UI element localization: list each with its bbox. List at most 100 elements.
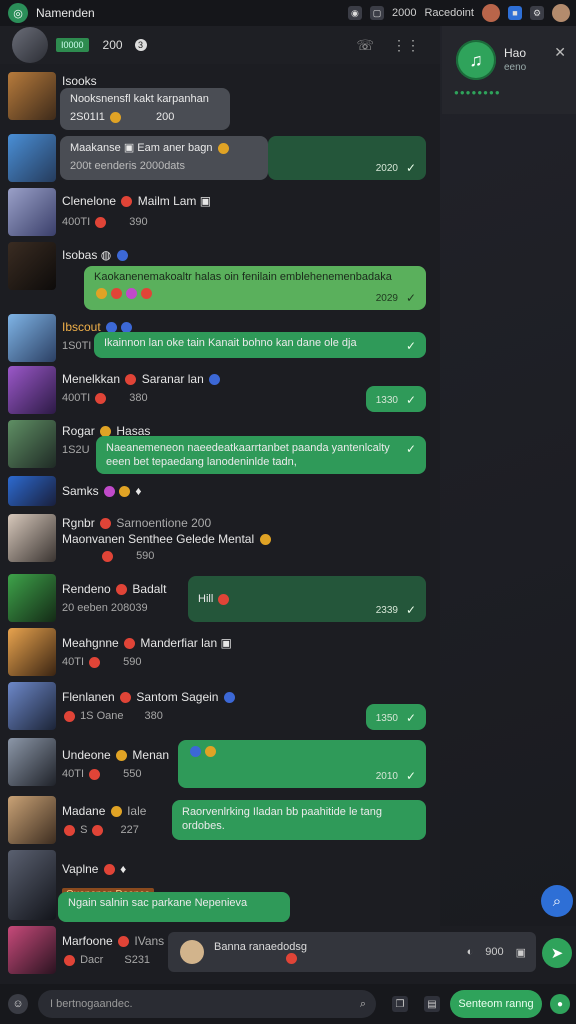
message-text: Kaokanenemakoaltr halas oin fenilain emb…	[94, 271, 392, 283]
avatar	[8, 314, 56, 362]
avatar	[8, 738, 56, 786]
list-item[interactable]: Isooks Nooksnensfl kakt karpanhan 2S01I1…	[0, 72, 440, 132]
message-status: 2020 ✓	[268, 136, 426, 180]
list-item[interactable]: Rendeno Badalt 20 eeben 208039 Hill 2339…	[0, 574, 440, 626]
message-text: Maonvanen Senthee Gelede Mental	[62, 532, 273, 546]
check-icon: ✓	[405, 393, 416, 407]
list-item[interactable]: Flenlanen Santom Sagein 1S Oane 380 1350…	[0, 682, 440, 738]
message-text: Eam aner bagn	[137, 142, 213, 154]
check-icon: ✓	[405, 339, 416, 353]
bottom-bar: ☺ I bertnogaandec. ⌕ ❐ ▤ Senteom ranng ●	[0, 984, 576, 1024]
search-input[interactable]: I bertnogaandec. ⌕	[38, 990, 376, 1018]
message-bubble[interactable]: Ngain salnin sac parkane Nepenieva	[58, 892, 290, 922]
settings-icon[interactable]: ⚙	[530, 6, 544, 20]
avatar[interactable]	[482, 4, 500, 22]
copy-icon[interactable]: ❐	[392, 996, 408, 1012]
info-icon[interactable]: 3	[134, 39, 147, 51]
check-icon: ✓	[405, 603, 416, 617]
message-status: 1350 ✓	[366, 704, 426, 730]
message-meta: 1S0TI	[62, 340, 92, 352]
message-bubble[interactable]: Hill 2339 ✓	[188, 576, 426, 622]
list-item[interactable]: Rogar Hasas 1S2U Naeanemeneon naeedeatka…	[0, 420, 440, 476]
message-meta: 400TI 390	[62, 216, 148, 228]
action-button[interactable]: Senteom ranng	[450, 990, 542, 1018]
message-bubble[interactable]: 2010 ✓	[178, 740, 426, 788]
composer-time: 900	[485, 946, 504, 958]
sender-name: Samks ♦	[62, 484, 142, 498]
sender-name: Undeone Menan	[62, 748, 170, 762]
search-fab[interactable]: ⌕	[541, 885, 573, 917]
emoji-icon[interactable]: ◐	[467, 946, 474, 958]
message-bubble[interactable]: Nooksnensfl kakt karpanhan 2S01I1 200	[60, 88, 230, 130]
message-bubble[interactable]: Maakanse ▣ Eam aner bagn 200t eenderis 2…	[60, 136, 268, 180]
sender-name: Menelkkan Saranar lan	[62, 372, 222, 386]
blue-icon[interactable]: ■	[508, 6, 522, 20]
sender-name: Isobas ◍	[62, 248, 130, 262]
avatar	[8, 420, 56, 468]
avatar	[8, 134, 56, 182]
list-item[interactable]: Ibscout 1S0TI Ikainnon lan oke tain Kana…	[0, 314, 440, 366]
list-item[interactable]: Isobas ◍ Kaokanenemakoaltr halas oin fen…	[0, 242, 440, 314]
message-bubble[interactable]: Ikainnon lan oke tain Kanait bohno kan d…	[94, 332, 426, 358]
close-icon[interactable]: ✕	[554, 44, 566, 61]
search-icon: ⌕	[359, 997, 366, 1010]
attach-icon[interactable]: ▣	[516, 946, 526, 959]
list-item[interactable]: Undeone Menan 40TI 550 2010 ✓	[0, 738, 440, 796]
message-bubble[interactable]: Naeanemeneon naeedeatkaarrtanbet paanda …	[96, 436, 426, 474]
message-bubble[interactable]: Kaokanenemakoaltr halas oin fenilain emb…	[84, 266, 426, 310]
window-title: Namenden	[36, 6, 95, 20]
message-composer[interactable]: Banna ranaedodsg ◐ 900 ▣	[168, 932, 536, 972]
sender-name: Maakanse	[70, 142, 121, 154]
list-item[interactable]: Meahgnne Manderfiar lan ▣ 40TI 590	[0, 628, 440, 682]
emoji-button[interactable]: ☺	[8, 994, 28, 1014]
message-meta: 40TI 550	[62, 768, 142, 780]
message-text: Nooksnensfl kakt karpanhan	[70, 93, 209, 105]
message-meta: 1S Oane 380	[62, 710, 163, 722]
status-icon[interactable]: ●	[550, 994, 570, 1014]
message-text: Ngain salnin sac parkane Nepenieva	[68, 897, 248, 909]
message-time: 2029	[375, 293, 398, 304]
send-button[interactable]: ➤	[542, 938, 572, 968]
list-item[interactable]: Clenelone Mailm Lam ▣ 400TI 390	[0, 188, 440, 244]
notification-icon[interactable]: ◉	[347, 6, 362, 20]
top-time: 2000	[391, 7, 417, 19]
title-bar: ◎ Namenden ◉ ▢ 2000 Racedoint ■ ⚙	[0, 0, 576, 26]
message-text: Hill	[198, 593, 214, 605]
list-item[interactable]: Samks ♦	[0, 476, 440, 510]
avatar	[8, 628, 56, 676]
app-icon: ◎	[8, 3, 28, 23]
message-time: 2010	[375, 771, 398, 782]
search-icon: ⌕	[552, 892, 562, 910]
avatar	[8, 366, 56, 414]
sender-name: Isooks	[62, 74, 97, 88]
list-item[interactable]: Menelkkan Saranar lan 400TI 380 1330 ✓	[0, 366, 440, 420]
message-status: 1330 ✓	[366, 386, 426, 412]
list-item[interactable]: Rgnbr Sarnoentione 200 Maonvanen Senthee…	[0, 514, 440, 572]
list-item[interactable]: Maakanse ▣ Eam aner bagn 200t eenderis 2…	[0, 134, 440, 186]
message-meta: 40TI 590	[62, 656, 142, 668]
profile-avatar[interactable]	[552, 4, 570, 22]
send-icon: ➤	[550, 945, 564, 962]
check-icon: ✓	[405, 769, 416, 783]
save-icon[interactable]: ▤	[424, 996, 440, 1012]
avatar	[8, 514, 56, 562]
avatar	[8, 476, 56, 506]
call-icon[interactable]: ☏	[356, 37, 374, 54]
sender-name: Rgnbr Sarnoentione 200	[62, 516, 212, 530]
grid-icon[interactable]: ⋮⋮	[392, 37, 420, 54]
window-icon[interactable]: ▢	[369, 6, 384, 20]
contact-card[interactable]: ♫ Hao eeno ✕ ●●●●●●●●	[442, 26, 576, 114]
list-item[interactable]: Madane Iale S 227 Raorvenlrking Iladan b…	[0, 796, 440, 850]
sender-name: Meahgnne Manderfiar lan ▣	[62, 636, 232, 650]
header-avatar[interactable]	[12, 27, 48, 63]
message-meta: 20 eeben 208039	[62, 602, 148, 614]
message-bubble[interactable]: Raorvenlrking Iladan bb paahitide le tan…	[172, 800, 426, 840]
chat-header: I0000 200 3 ☏ ⋮⋮	[0, 26, 440, 64]
composer-text[interactable]: Banna ranaedodsg	[214, 941, 307, 964]
check-icon: ✓	[405, 442, 416, 456]
contact-name: Hao	[504, 46, 527, 60]
check-icon: ✓	[405, 711, 416, 725]
sender-name: Marfoone IVans	[62, 934, 165, 948]
list-item[interactable]: Vaplne ♦ Ouanenon Deance Ngain salnin sa…	[0, 850, 440, 922]
sender-name: Rendeno Badalt	[62, 582, 167, 596]
